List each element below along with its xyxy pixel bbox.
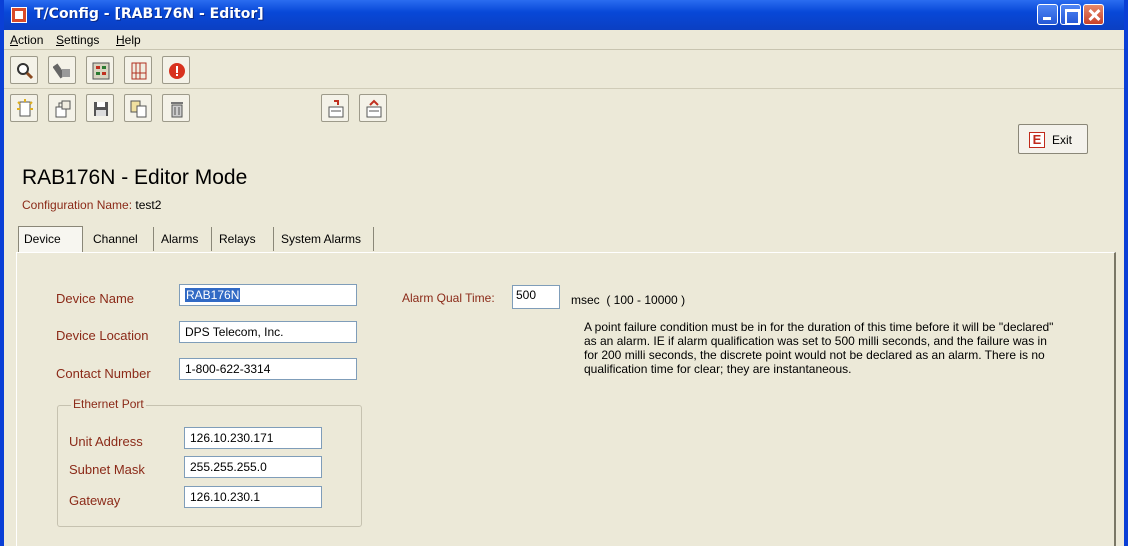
tab-channel[interactable]: Channel [88, 227, 154, 251]
open-icon[interactable] [48, 94, 76, 122]
wrench-icon[interactable] [48, 56, 76, 84]
exit-icon: E [1029, 132, 1045, 148]
app-icon[interactable] [11, 7, 27, 23]
tab-device[interactable]: Device [18, 226, 83, 252]
page-title: RAB176N - Editor Mode [22, 166, 248, 189]
alarm-qual-time-label: Alarm Qual Time: [402, 291, 495, 305]
device-name-label: Device Name [56, 291, 135, 306]
alarm-qual-time-unit: msec ( 100 - 10000 ) [571, 293, 685, 307]
maximize-button[interactable] [1060, 4, 1081, 25]
app-window: T/Config - [RAB176N - Editor] Action Set… [0, 0, 1128, 546]
exit-label: Exit [1052, 133, 1073, 147]
minimize-button[interactable] [1037, 4, 1058, 25]
toolbar-main [4, 51, 1124, 89]
toolbar-file [4, 89, 1124, 127]
stop-icon[interactable] [162, 56, 190, 84]
device-name-value: RAB176N [185, 288, 241, 302]
import-icon[interactable] [321, 94, 349, 122]
window-title: T/Config - [RAB176N - Editor] [34, 6, 264, 22]
close-button[interactable] [1083, 4, 1104, 25]
alarm-qual-time-field[interactable]: 500 [512, 285, 560, 309]
title-bar[interactable]: T/Config - [RAB176N - Editor] [4, 0, 1124, 30]
menu-help[interactable]: Help [116, 33, 141, 47]
menu-settings[interactable]: Settings [56, 33, 99, 47]
tab-relays[interactable]: Relays [214, 227, 274, 251]
grid-chip-icon[interactable] [86, 56, 114, 84]
gateway-field[interactable]: 126.10.230.1 [184, 486, 322, 508]
contact-number-label: Contact Number [56, 366, 151, 381]
device-location-label: Device Location [56, 328, 149, 343]
device-location-field[interactable]: DPS Telecom, Inc. [179, 321, 357, 343]
delete-icon[interactable] [162, 94, 190, 122]
alarm-qual-description: A point failure condition must be in for… [584, 320, 1054, 376]
exit-button[interactable]: E Exit [1018, 124, 1088, 154]
configuration-name-value: test2 [135, 198, 162, 212]
magnifier-icon[interactable] [10, 56, 38, 84]
menu-bar: Action Settings Help [4, 30, 1124, 50]
gateway-label: Gateway [69, 493, 121, 508]
export-icon[interactable] [359, 94, 387, 122]
ethernet-port-label: Ethernet Port [71, 397, 146, 411]
tab-system-alarms[interactable]: System Alarms [276, 227, 374, 251]
copy-icon[interactable] [124, 94, 152, 122]
save-icon[interactable] [86, 94, 114, 122]
configuration-name-row: Configuration Name: test2 [22, 198, 161, 212]
menu-action[interactable]: Action [10, 33, 43, 47]
new-icon[interactable] [10, 94, 38, 122]
building-icon[interactable] [124, 56, 152, 84]
contact-number-field[interactable]: 1-800-622-3314 [179, 358, 357, 380]
subnet-mask-label: Subnet Mask [69, 462, 145, 477]
alarm-qual-unit-text: msec [571, 293, 600, 307]
configuration-name-label: Configuration Name: [22, 198, 133, 212]
unit-address-field[interactable]: 126.10.230.171 [184, 427, 322, 449]
tab-alarms[interactable]: Alarms [156, 227, 212, 251]
subnet-mask-field[interactable]: 255.255.255.0 [184, 456, 322, 478]
unit-address-label: Unit Address [69, 434, 143, 449]
alarm-qual-range: ( 100 - 10000 ) [606, 293, 686, 307]
device-name-field[interactable]: RAB176N [179, 284, 357, 306]
